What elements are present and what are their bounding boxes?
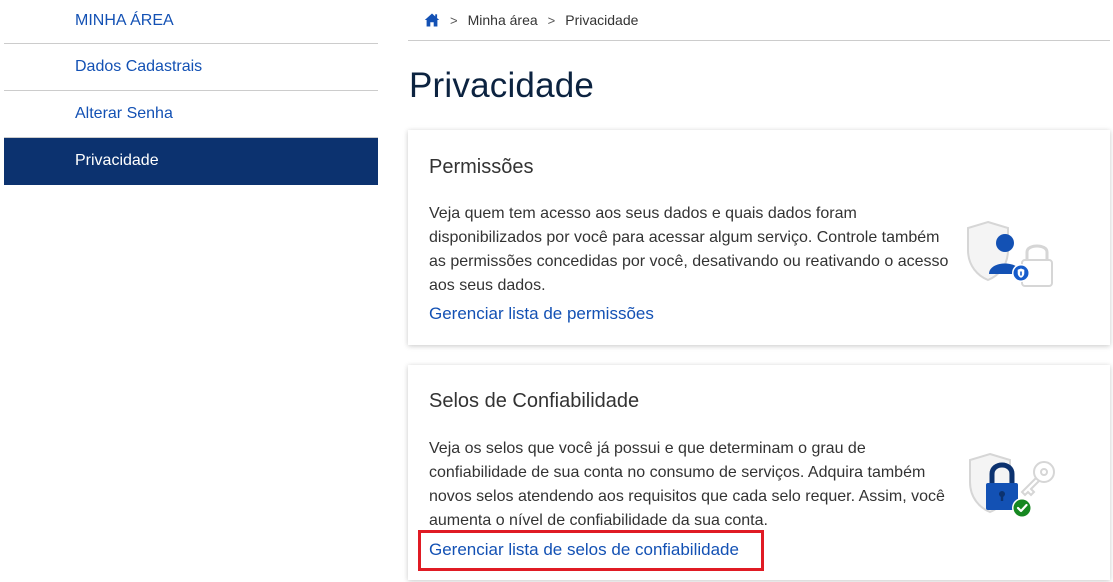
selos-card: Selos de Confiabilidade Veja os selos qu… xyxy=(408,365,1110,580)
breadcrumb-separator: > xyxy=(450,12,458,28)
sidebar-item-alterar-senha[interactable]: Alterar Senha xyxy=(4,91,378,138)
gerenciar-selos-link[interactable]: Gerenciar lista de selos de confiabilida… xyxy=(429,540,739,560)
padlock-key-check-illustration xyxy=(964,450,1060,530)
user-shield-lock-illustration xyxy=(964,216,1060,296)
breadcrumb: > Minha área > Privacidade xyxy=(408,0,1110,41)
breadcrumb-separator: > xyxy=(547,12,556,28)
home-icon[interactable] xyxy=(424,12,440,28)
breadcrumb-item-minha-area[interactable]: Minha área xyxy=(468,12,538,28)
sidebar: MINHA ÁREA Dados Cadastrais Alterar Senh… xyxy=(4,0,378,185)
card-title-permissoes: Permissões xyxy=(429,156,534,178)
permissoes-card: Permissões Veja quem tem acesso aos seus… xyxy=(408,130,1110,345)
main-content: > Minha área > Privacidade Privacidade P… xyxy=(408,0,1110,580)
sidebar-item-privacidade[interactable]: Privacidade xyxy=(4,138,378,185)
card-title-selos: Selos de Confiabilidade xyxy=(429,390,640,412)
card-text-permissoes: Veja quem tem acesso aos seus dados e qu… xyxy=(429,205,949,294)
sidebar-item-dados-cadastrais[interactable]: Dados Cadastrais xyxy=(4,44,378,91)
sidebar-header-minha-area[interactable]: MINHA ÁREA xyxy=(4,0,378,44)
card-text-selos: Veja os selos que você já possui e que d… xyxy=(429,440,945,529)
page-title: Privacidade xyxy=(409,66,595,105)
breadcrumb-item-privacidade: Privacidade xyxy=(565,12,639,28)
gerenciar-permissoes-link[interactable]: Gerenciar lista de permissões xyxy=(429,304,654,324)
